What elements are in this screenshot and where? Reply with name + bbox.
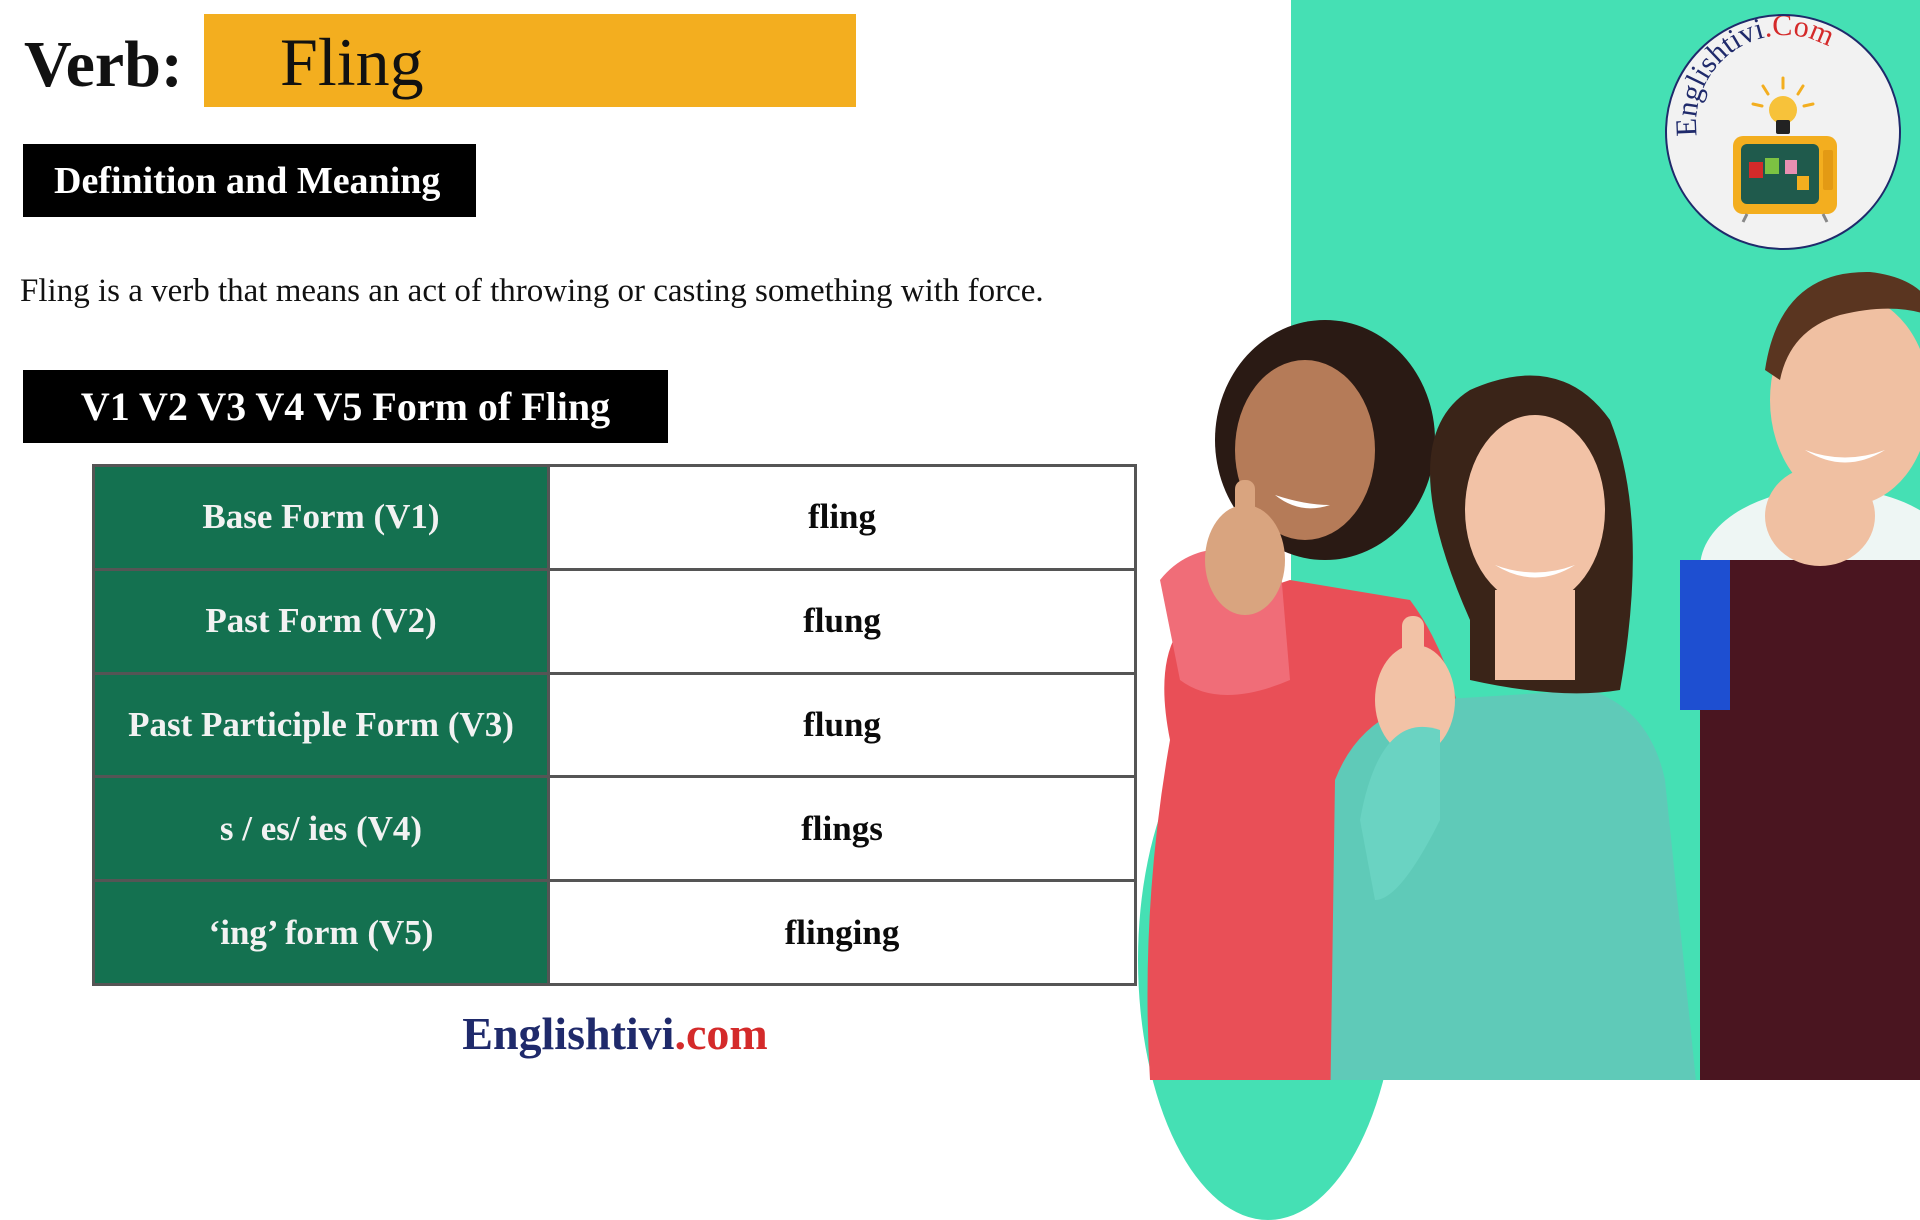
table-row: Past Form (V2) flung (92, 567, 1137, 675)
table-row: s / es/ ies (V4) flings (92, 775, 1137, 883)
verb-label: Verb: (24, 28, 183, 101)
person-right (1680, 271, 1920, 1080)
form-name-cell: Past Form (V2) (92, 567, 550, 675)
verb-forms-table: Base Form (V1) fling Past Form (V2) flun… (92, 464, 1137, 986)
form-value-cell: flinging (547, 879, 1137, 986)
form-value-cell: flung (547, 567, 1137, 675)
form-name-cell: s / es/ ies (V4) (92, 775, 550, 883)
site-logo-badge[interactable]: Englishtivi.Com (1665, 14, 1901, 250)
footer-site-logo[interactable]: Englishtivi.com (0, 1007, 1230, 1060)
table-row: Base Form (V1) fling (92, 464, 1137, 571)
form-value-cell: fling (547, 464, 1137, 571)
lightbulb-tv-icon: Englishtivi.Com (1670, 16, 1839, 223)
table-row: ‘ing’ form (V5) flinging (92, 879, 1137, 986)
footer-tld-text: .com (674, 1008, 768, 1059)
form-value-cell: flung (547, 671, 1137, 779)
verb-highlight-box: Fling (204, 14, 856, 107)
verb-word: Fling (280, 24, 424, 100)
table-row: Past Participle Form (V3) flung (92, 671, 1137, 779)
form-name-cell: Base Form (V1) (92, 464, 550, 571)
definition-heading: Definition and Meaning (23, 144, 476, 217)
footer-brand-text: Englishtivi (462, 1008, 675, 1059)
forms-heading: V1 V2 V3 V4 V5 Form of Fling (23, 370, 668, 443)
form-value-cell: flings (547, 775, 1137, 883)
students-thumbs-up-photo (1140, 260, 1920, 1080)
definition-text: Fling is a verb that means an act of thr… (20, 273, 1044, 309)
form-name-cell: Past Participle Form (V3) (92, 671, 550, 779)
form-name-cell: ‘ing’ form (V5) (92, 879, 550, 986)
